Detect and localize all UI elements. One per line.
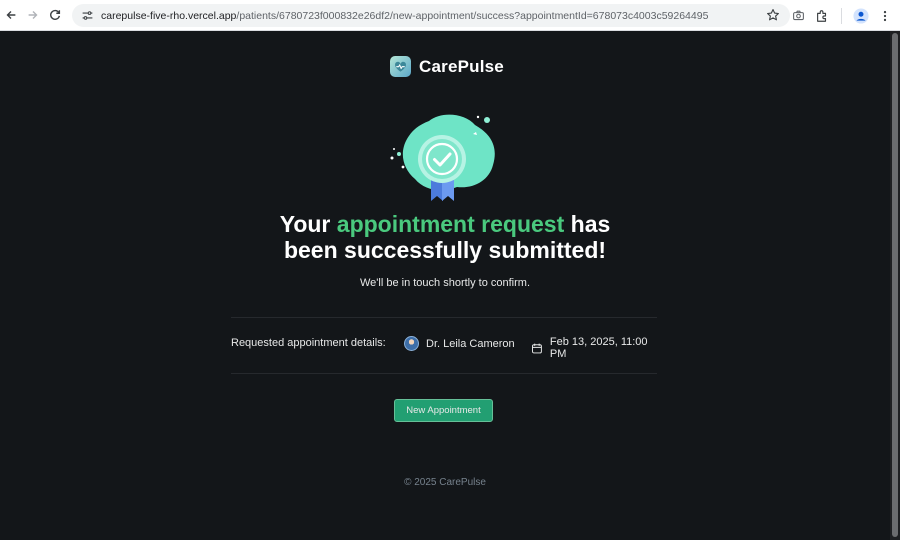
site-settings-icon[interactable]	[79, 8, 95, 24]
scrollbar[interactable]	[890, 31, 900, 540]
address-bar[interactable]: carepulse-five-rho.vercel.app/patients/6…	[72, 4, 790, 27]
success-subtitle: We'll be in touch shortly to confirm.	[359, 277, 531, 289]
doctor-info: Dr. Leila Cameron	[404, 336, 515, 351]
reload-icon[interactable]	[44, 4, 66, 26]
bookmark-star-icon[interactable]	[766, 8, 780, 22]
scrollbar-thumb[interactable]	[892, 33, 898, 537]
new-appointment-button[interactable]: New Appointment	[394, 399, 493, 422]
carepulse-logo-icon	[390, 56, 411, 77]
brand-name: CarePulse	[419, 56, 504, 76]
brand-logo[interactable]: CarePulse	[390, 56, 504, 77]
back-arrow-icon[interactable]	[0, 4, 22, 26]
success-page: CarePulse Your appointment request has b…	[0, 31, 890, 540]
browser-toolbar: carepulse-five-rho.vercel.app/patients/6…	[0, 0, 900, 31]
success-badge-icon	[390, 114, 495, 201]
headline-accent: appointment request	[336, 211, 565, 237]
divider-bottom	[231, 373, 657, 374]
headline-pre: Your	[279, 211, 337, 237]
toolbar-divider	[841, 7, 842, 24]
success-headline: Your appointment request has been succes…	[0, 211, 890, 263]
extensions-icon[interactable]	[813, 7, 831, 25]
appointment-date: Feb 13, 2025, 11:00 PM	[549, 336, 648, 360]
footer-copyright: © 2025 CarePulse	[404, 477, 486, 488]
screenshot-icon[interactable]	[789, 7, 807, 25]
divider-top	[231, 317, 657, 318]
appointment-datetime: Feb 13, 2025, 11:00 PM	[531, 336, 657, 360]
forward-arrow-icon[interactable]	[22, 4, 44, 26]
headline-line2: been successfully submitted!	[283, 237, 607, 263]
toolbar-actions	[789, 0, 900, 31]
doctor-name: Dr. Leila Cameron	[426, 337, 515, 350]
details-label: Requested appointment details:	[231, 337, 386, 349]
appointment-details: Requested appointment details: Dr. Leila…	[231, 336, 657, 360]
headline-post: has	[564, 211, 611, 237]
menu-dots-icon[interactable]	[876, 7, 894, 25]
calendar-icon	[532, 343, 542, 353]
url-host: carepulse-five-rho.vercel.app	[101, 9, 237, 22]
profile-icon[interactable]	[852, 7, 870, 25]
url-text: carepulse-five-rho.vercel.app/patients/6…	[101, 10, 708, 22]
url-path: /patients/6780723f000832e26df2/new-appoi…	[236, 9, 709, 22]
doctor-avatar	[404, 336, 419, 351]
